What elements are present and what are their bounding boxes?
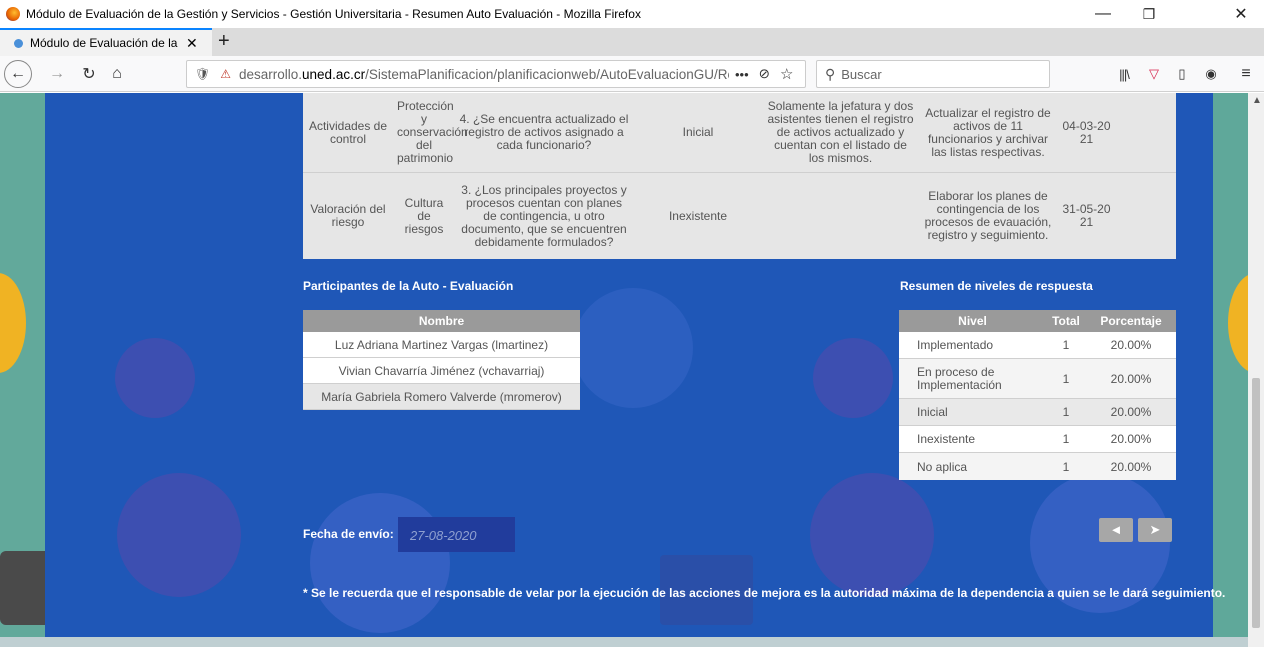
level-row: Inicial 1 20.00% xyxy=(899,399,1176,426)
window-title: Módulo de Evaluación de la Gestión y Ser… xyxy=(26,7,641,21)
cell-fecha: 04-03-2021 xyxy=(1062,118,1111,146)
cell-fecha: 31-05-2021 xyxy=(1062,202,1111,229)
level-percent: 20.00% xyxy=(1110,338,1152,352)
level-total: 1 xyxy=(1062,371,1070,386)
browser-window: Módulo de Evaluación de la Gestión y Ser… xyxy=(0,0,1264,647)
table-row: Actividades de control Protección y cons… xyxy=(303,93,1176,173)
sidebar-icon[interactable]: ▯ xyxy=(1172,62,1192,86)
cell-nivel: Inexistente xyxy=(668,208,728,223)
back-arrow-button[interactable]: ◄ xyxy=(1099,518,1133,542)
level-name: Inexistente xyxy=(917,432,976,446)
participants-title: Participantes de la Auto - Evaluación xyxy=(303,279,514,293)
cell-pregunta: 3. ¿Los principales proyectos y procesos… xyxy=(461,182,627,249)
level-percent: 20.00% xyxy=(1110,432,1152,446)
scrollbar-thumb[interactable] xyxy=(1252,378,1260,628)
header-total: Total xyxy=(1052,314,1080,328)
pocket-icon[interactable]: ⊘ xyxy=(759,66,770,82)
header-nivel: Nivel xyxy=(958,314,987,328)
level-row: En proceso de Implementación 1 20.00% xyxy=(899,359,1176,399)
url-text[interactable]: desarrollo.uned.ac.cr/SistemaPlanificaci… xyxy=(239,67,729,82)
search-placeholder: Buscar xyxy=(841,66,882,82)
responsibility-note: * Se le recuerda que el responsable de v… xyxy=(303,586,1226,600)
results-table: Actividades de control Protección y cons… xyxy=(303,93,1176,259)
cell-subcomponente: Protección y conservación del patrimonio xyxy=(397,99,468,165)
tab-favicon-icon xyxy=(14,38,23,48)
cell-pregunta: 4. ¿Se encuentra actualizado el registro… xyxy=(459,112,629,152)
insecure-connection-icon[interactable]: ⚠ xyxy=(220,67,231,81)
tracking-shield-icon[interactable]: 🛡 xyxy=(195,67,210,81)
account-icon[interactable]: ◉ xyxy=(1201,62,1221,86)
level-percent: 20.00% xyxy=(1110,405,1152,419)
submission-date-field[interactable]: 27-08-2020 xyxy=(398,517,515,552)
tab-active[interactable]: Módulo de Evaluación de la Ge ✕ xyxy=(0,28,212,56)
cell-componente: Valoración del riesgo xyxy=(310,202,386,229)
cell-subcomponente: Cultura de riesgos xyxy=(404,195,444,236)
forward-button[interactable]: → xyxy=(46,62,68,86)
table-row: Valoración del riesgo Cultura de riesgos… xyxy=(303,173,1176,259)
minimize-button[interactable]: — xyxy=(1080,0,1126,28)
tab-close-icon[interactable]: ✕ xyxy=(186,35,198,52)
level-percent: 20.00% xyxy=(1110,371,1152,386)
participant-row: Luz Adriana Martinez Vargas (lmartinez) xyxy=(303,332,580,358)
level-total: 1 xyxy=(1062,405,1070,419)
level-row: Inexistente 1 20.00% xyxy=(899,426,1176,453)
header-porcentaje: Porcentaje xyxy=(1100,314,1162,328)
bg-calendar-circle-left xyxy=(117,473,241,597)
bg-yellow-circle-right xyxy=(1228,273,1248,373)
bg-gear-circle-left xyxy=(310,493,450,633)
scroll-up-icon[interactable]: ▲ xyxy=(1252,95,1262,106)
tab-bar: Módulo de Evaluación de la Ge ✕ + xyxy=(0,28,1264,56)
reload-button[interactable]: ↻ xyxy=(78,62,100,86)
participants-table: Nombre Luz Adriana Martinez Vargas (lmar… xyxy=(303,310,580,410)
menu-icon[interactable]: ≡ xyxy=(1236,62,1256,86)
participant-row: Vivian Chavarría Jiménez (vchavarriaj) xyxy=(303,358,580,384)
back-button[interactable]: ← xyxy=(4,60,32,88)
level-name: Implementado xyxy=(917,338,994,352)
search-icon: ⚲ xyxy=(825,65,836,82)
participants-header: Nombre xyxy=(303,310,580,332)
level-row: No aplica 1 20.00% xyxy=(899,453,1176,480)
level-total: 1 xyxy=(1062,432,1070,446)
library-icon[interactable]: |||\ xyxy=(1114,62,1134,86)
close-window-button[interactable]: ✕ xyxy=(1218,0,1264,28)
levels-summary-title: Resumen de niveles de respuesta xyxy=(900,279,1093,293)
page-actions-icon[interactable]: ••• xyxy=(735,67,749,82)
bg-people-circle-right xyxy=(813,338,893,418)
levels-table: Nivel Total Porcentaje Implementado 1 20… xyxy=(899,310,1176,480)
cell-nivel: Inicial xyxy=(682,125,714,139)
bg-people-circle-left xyxy=(115,338,195,418)
tab-title: Módulo de Evaluación de la Ge xyxy=(30,36,180,50)
maximize-button[interactable]: ❐ xyxy=(1126,0,1172,28)
send-button[interactable]: ➤ xyxy=(1138,518,1172,542)
vertical-scrollbar[interactable]: ▲ xyxy=(1248,93,1264,647)
new-tab-button[interactable]: + xyxy=(218,30,230,53)
pocket-toolbar-icon[interactable]: ▽ xyxy=(1144,62,1164,86)
home-button[interactable]: ⌂ xyxy=(106,62,128,86)
level-name: En proceso de Implementación xyxy=(917,364,1002,392)
level-total: 1 xyxy=(1062,459,1070,474)
cell-componente: Actividades de control xyxy=(308,118,388,146)
cell-accion: Elaborar los planes de contingencia de l… xyxy=(924,189,1052,242)
bg-calendar-circle-right xyxy=(810,473,934,597)
page-content: Actividades de control Protección y cons… xyxy=(0,93,1248,647)
level-name: No aplica xyxy=(917,459,968,474)
bg-lightbulb-circle xyxy=(573,288,693,408)
level-percent: 20.00% xyxy=(1110,459,1152,474)
level-row: Implementado 1 20.00% xyxy=(899,332,1176,359)
levels-header: Nivel Total Porcentaje xyxy=(899,310,1176,332)
bookmark-star-icon[interactable]: ☆ xyxy=(780,65,793,83)
level-name: Inicial xyxy=(917,405,948,419)
firefox-logo-icon xyxy=(6,7,20,21)
navigation-toolbar: ← → ↻ ⌂ 🛡 ⚠ desarrollo.uned.ac.cr/Sistem… xyxy=(0,56,1264,92)
title-bar: Módulo de Evaluación de la Gestión y Ser… xyxy=(0,0,1264,28)
background-bottom-strip xyxy=(0,637,1248,647)
url-bar[interactable]: 🛡 ⚠ desarrollo.uned.ac.cr/SistemaPlanifi… xyxy=(186,60,806,88)
cell-observacion: Solamente la jefatura y dos asistentes t… xyxy=(767,99,914,165)
submission-date-label: Fecha de envío: xyxy=(303,527,394,541)
search-input[interactable]: ⚲ Buscar xyxy=(816,60,1050,88)
level-total: 1 xyxy=(1062,338,1070,352)
participant-row: María Gabriela Romero Valverde (mromerov… xyxy=(303,384,580,410)
cell-accion: Actualizar el registro de activos de 11 … xyxy=(925,105,1051,159)
